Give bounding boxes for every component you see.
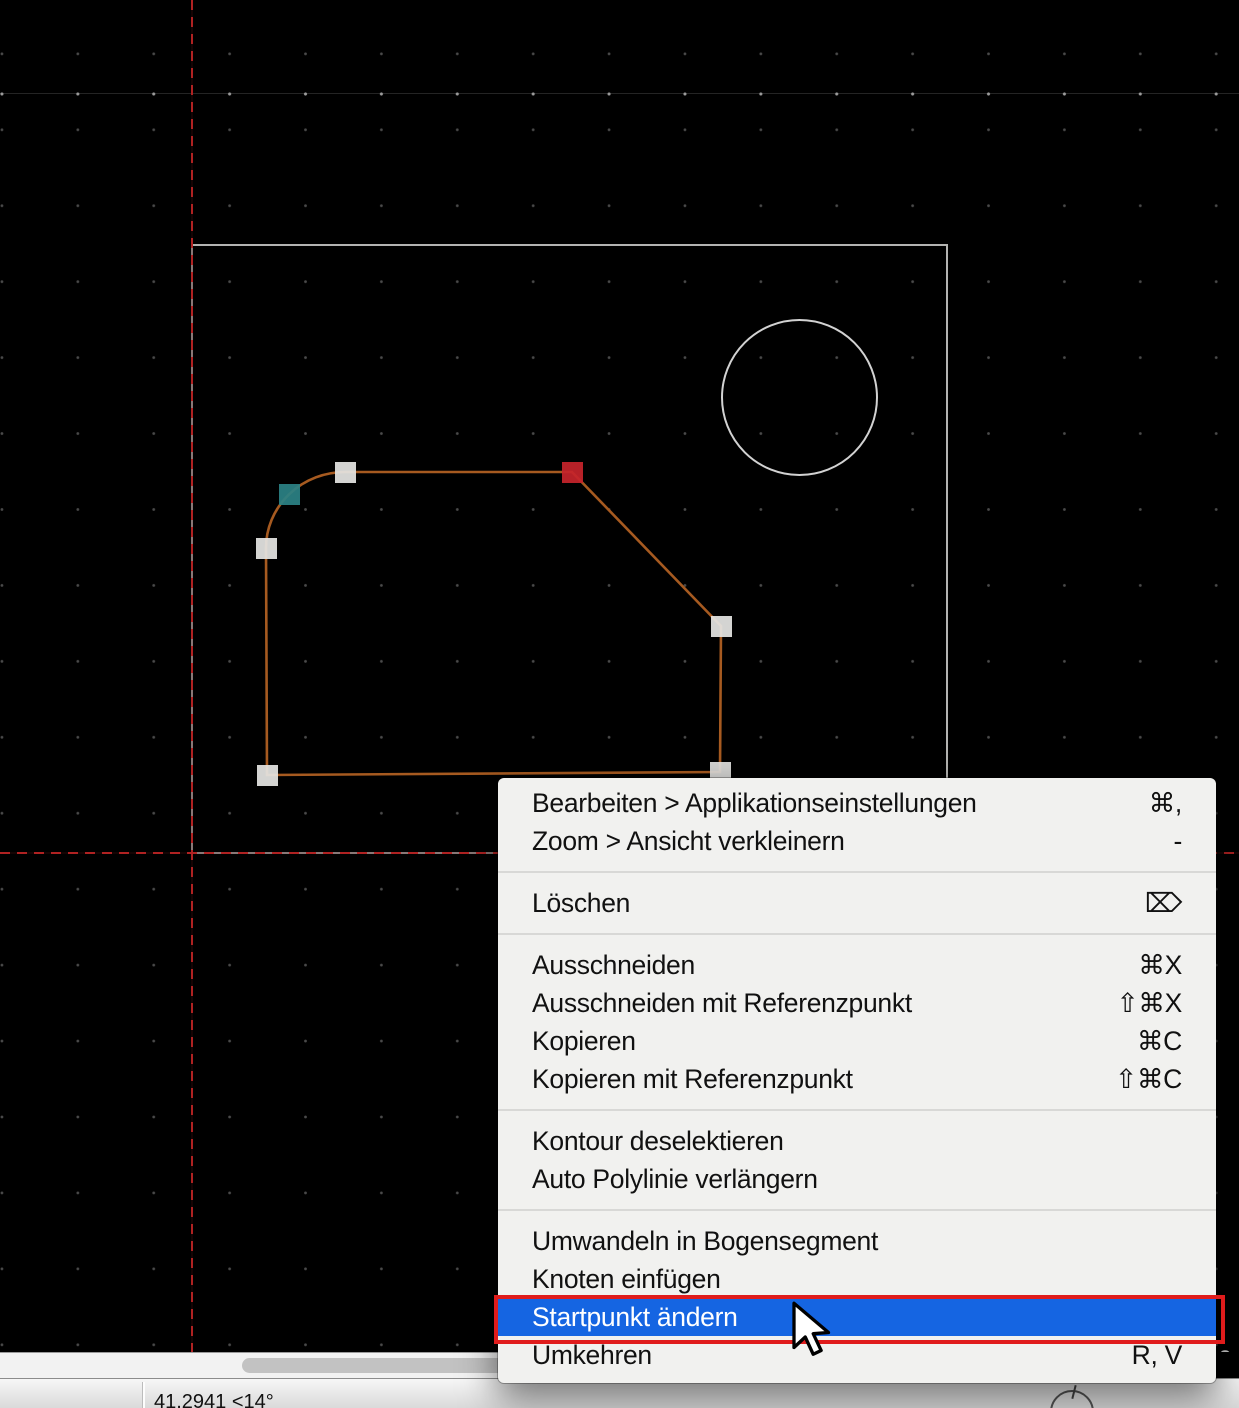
node-left-upper[interactable]: [256, 538, 277, 559]
menu-item-shortcut: ⇧⌘X: [1117, 988, 1182, 1019]
menu-item-label: Auto Polylinie verlängern: [532, 1164, 818, 1195]
measurement-readout: 41.2941 <14°: [154, 1391, 274, 1408]
menu-item-löschen[interactable]: Löschen ⌦: [498, 884, 1216, 922]
context-menu: Bearbeiten > Applikationseinstellungen ⌘,…: [498, 778, 1216, 1383]
menu-item-shortcut: ⇧⌘C: [1115, 1064, 1182, 1095]
menu-item-label: Löschen: [532, 888, 630, 919]
scrollbar-thumb[interactable]: [242, 1358, 514, 1373]
menu-item-label: Knoten einfügen: [532, 1264, 721, 1295]
menu-separator: [498, 1109, 1216, 1111]
menu-item-shortcut: ⌦: [1145, 888, 1182, 919]
menu-item-auto-polylinie-verlängern[interactable]: Auto Polylinie verlängern: [498, 1160, 1216, 1198]
node-start[interactable]: [562, 462, 583, 483]
menu-item-label: Zoom > Ansicht verkleinern: [532, 826, 845, 857]
menu-item-zoom-ansicht-verkleinern[interactable]: Zoom > Ansicht verkleinern -: [498, 822, 1216, 860]
menu-item-shortcut: -: [1173, 826, 1182, 857]
menu-separator: [498, 871, 1216, 873]
menu-item-shortcut: ⌘,: [1149, 788, 1182, 819]
menu-item-kontour-deselektieren[interactable]: Kontour deselektieren: [498, 1122, 1216, 1160]
menu-item-shortcut: R, V: [1132, 1340, 1182, 1371]
node-arc[interactable]: [279, 484, 300, 505]
app-window: 10 41.2941 <14° Bearbeiten > Applikation…: [0, 0, 1239, 1408]
menu-item-label: Umkehren: [532, 1340, 652, 1371]
menu-item-kopieren-mit-referenzpunkt[interactable]: Kopieren mit Referenzpunkt ⇧⌘C: [498, 1060, 1216, 1098]
menu-item-umwandeln-in-bogensegment[interactable]: Umwandeln in Bogensegment: [498, 1222, 1216, 1260]
menu-item-knoten-einfügen[interactable]: Knoten einfügen: [498, 1260, 1216, 1298]
status-divider: [142, 1382, 145, 1408]
contour-path[interactable]: [266, 472, 721, 775]
menu-item-label: Kopieren: [532, 1026, 636, 1057]
menu-item-label: Kopieren mit Referenzpunkt: [532, 1064, 853, 1095]
node-right-upper[interactable]: [711, 616, 732, 637]
menu-item-ausschneiden[interactable]: Ausschneiden ⌘X: [498, 946, 1216, 984]
menu-item-startpunkt-ändern[interactable]: Startpunkt ändern: [498, 1298, 1216, 1336]
menu-item-label: Umwandeln in Bogensegment: [532, 1226, 878, 1257]
menu-item-bearbeiten-applikationseinstellungen[interactable]: Bearbeiten > Applikationseinstellungen ⌘,: [498, 784, 1216, 822]
menu-item-umkehren[interactable]: Umkehren R, V: [498, 1336, 1216, 1374]
menu-item-shortcut: ⌘X: [1138, 950, 1182, 981]
menu-separator: [498, 1209, 1216, 1211]
menu-item-label: Bearbeiten > Applikationseinstellungen: [532, 788, 977, 819]
node-bottom-left[interactable]: [257, 765, 278, 786]
menu-separator: [498, 933, 1216, 935]
menu-item-label: Kontour deselektieren: [532, 1126, 784, 1157]
menu-item-label: Startpunkt ändern: [532, 1302, 738, 1333]
menu-item-ausschneiden-mit-referenzpunkt[interactable]: Ausschneiden mit Referenzpunkt ⇧⌘X: [498, 984, 1216, 1022]
node-top-left[interactable]: [335, 462, 356, 483]
menu-item-kopieren[interactable]: Kopieren ⌘C: [498, 1022, 1216, 1060]
menu-item-label: Ausschneiden: [532, 950, 695, 981]
menu-item-shortcut: ⌘C: [1137, 1026, 1182, 1057]
menu-item-label: Ausschneiden mit Referenzpunkt: [532, 988, 912, 1019]
